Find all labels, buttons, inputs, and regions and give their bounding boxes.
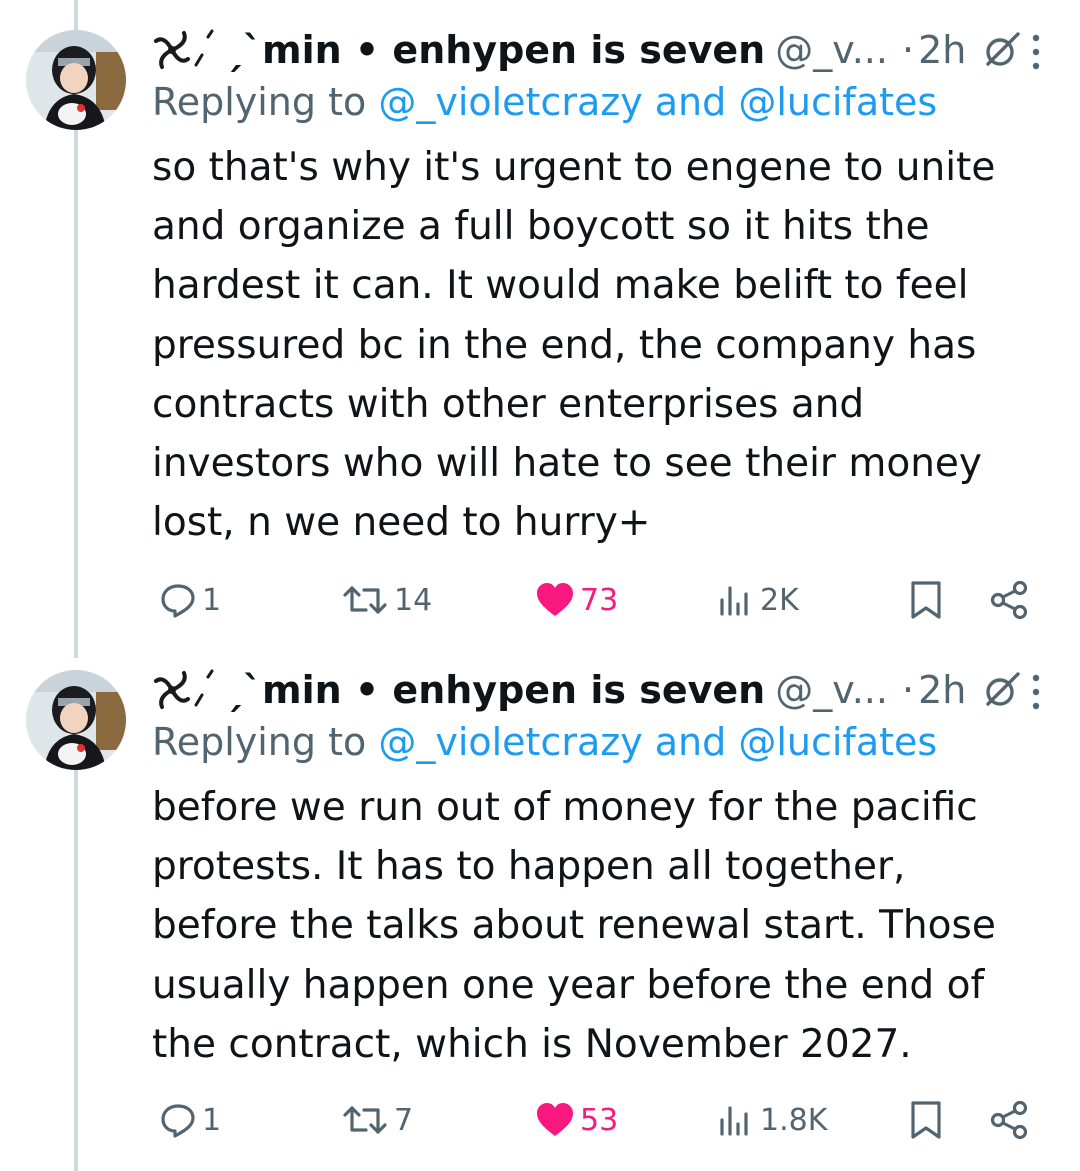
replying-to: Replying to @_violetcrazy and @lucifates [152, 720, 937, 764]
retweet-button[interactable]: 14 [340, 575, 432, 625]
like-button[interactable]: 53 [534, 1095, 618, 1145]
views-icon [720, 586, 748, 616]
reply-button[interactable]: 1 [158, 1095, 221, 1145]
replying-to-handles[interactable]: @_violetcrazy and @lucifates [378, 80, 937, 124]
share-button[interactable] [988, 575, 1030, 625]
reply-icon [161, 584, 195, 618]
share-icon [990, 1100, 1028, 1140]
like-count: 73 [580, 582, 619, 618]
replying-to-handles[interactable]: @_violetcrazy and @lucifates [378, 720, 937, 764]
reply-icon [161, 1104, 195, 1138]
author-handle[interactable]: @_v... [775, 28, 888, 72]
tweet-header: ˏˋmin • enhypen is seven @_v... · 2h [152, 665, 1022, 715]
like-button[interactable]: 73 [534, 575, 618, 625]
share-button[interactable] [988, 1095, 1030, 1145]
thread-line-top [74, 0, 78, 30]
separator-dot: · [901, 668, 915, 712]
more-vertical-icon[interactable] [1030, 30, 1042, 74]
replying-to-label: Replying to [152, 720, 367, 764]
tweet-actions: 1 14 73 2K [0, 575, 1080, 625]
tweet-actions: 1 7 53 1.8K [0, 1095, 1080, 1145]
separator-dot: · [901, 28, 915, 72]
more-vertical-icon[interactable] [1030, 670, 1042, 714]
views-button[interactable]: 2K [716, 575, 799, 625]
retweet-count: 14 [394, 582, 433, 618]
retweet-icon [343, 586, 387, 614]
avatar[interactable] [26, 30, 126, 130]
timestamp[interactable]: 2h [918, 668, 966, 712]
heart-filled-icon [537, 1103, 573, 1136]
heart-filled-icon [537, 583, 573, 616]
bookmark-button[interactable] [908, 575, 944, 625]
replying-to-label: Replying to [152, 80, 367, 124]
views-count: 2K [760, 582, 799, 618]
author-name[interactable]: ˏˋmin • enhypen is seven [224, 28, 765, 72]
tweet-header: ˏˋmin • enhypen is seven @_v... · 2h [152, 25, 1022, 75]
share-icon [990, 580, 1028, 620]
tweet-text: so that's why it's urgent to engene to u… [152, 145, 996, 546]
timestamp[interactable]: 2h [918, 28, 966, 72]
author-handle[interactable]: @_v... [775, 668, 888, 712]
reply-count: 1 [202, 582, 222, 618]
bookmark-button[interactable] [908, 1095, 944, 1145]
views-button[interactable]: 1.8K [716, 1095, 827, 1145]
bookmark-icon [911, 1101, 941, 1139]
pinwheel-emoji-icon [154, 669, 214, 709]
retweet-icon [343, 1106, 387, 1134]
pinwheel-emoji-icon [154, 29, 214, 69]
grok-icon[interactable] [982, 30, 1022, 70]
replying-to: Replying to @_violetcrazy and @lucifates [152, 80, 937, 124]
retweet-button[interactable]: 7 [340, 1095, 413, 1145]
like-count: 53 [580, 1102, 619, 1138]
author-name[interactable]: ˏˋmin • enhypen is seven [224, 668, 765, 712]
bookmark-icon [911, 581, 941, 619]
views-icon [720, 1106, 748, 1136]
grok-icon[interactable] [982, 670, 1022, 710]
reply-button[interactable]: 1 [158, 575, 221, 625]
reply-count: 1 [202, 1102, 222, 1138]
views-count: 1.8K [760, 1102, 828, 1138]
avatar[interactable] [26, 670, 126, 770]
tweet-text: before we run out of money for the pacif… [152, 785, 996, 1067]
retweet-count: 7 [394, 1102, 414, 1138]
